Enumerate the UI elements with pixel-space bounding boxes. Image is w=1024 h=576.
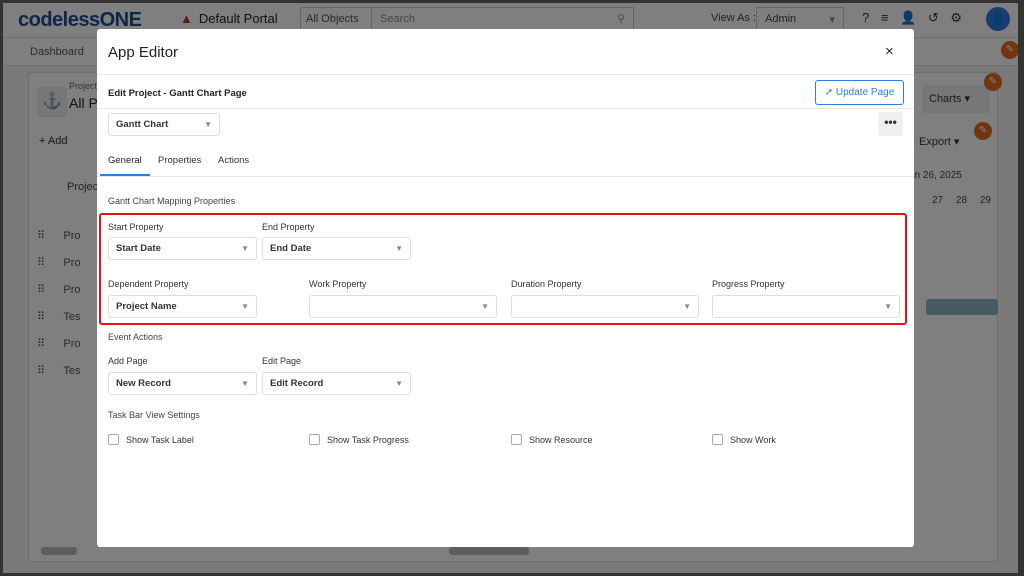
chevron-down-icon: ▼ — [241, 244, 249, 253]
checkbox[interactable] — [511, 434, 522, 445]
work-property-select[interactable]: ▼ — [309, 295, 497, 318]
dependent-property-label: Dependent Property — [108, 279, 189, 289]
checkbox[interactable] — [309, 434, 320, 445]
tab-actions[interactable]: Actions — [218, 155, 249, 166]
checkbox-label: Show Task Progress — [327, 435, 409, 445]
show-resource-checkbox[interactable]: Show Resource — [511, 434, 593, 445]
show-task-label-checkbox[interactable]: Show Task Label — [108, 434, 194, 445]
show-work-checkbox[interactable]: Show Work — [712, 434, 776, 445]
select-value: Start Date — [116, 243, 161, 254]
tab-properties[interactable]: Properties — [158, 155, 201, 166]
chevron-down-icon: ▼ — [395, 244, 403, 253]
end-property-select[interactable]: End Date ▼ — [262, 237, 411, 260]
select-value: End Date — [270, 243, 312, 254]
checkbox-label: Show Resource — [529, 435, 593, 445]
chevron-down-icon: ▼ — [395, 379, 403, 388]
rocket-icon: ➚ — [824, 87, 834, 98]
chevron-down-icon: ▼ — [204, 120, 212, 129]
checkbox[interactable] — [712, 434, 723, 445]
edit-page-select[interactable]: Edit Record ▼ — [262, 372, 411, 395]
tabs-divider — [97, 176, 914, 177]
task-bar-settings-title: Task Bar View Settings — [108, 410, 200, 420]
add-page-select[interactable]: New Record ▼ — [108, 372, 257, 395]
tab-general[interactable]: General — [108, 155, 142, 166]
chevron-down-icon: ▼ — [481, 302, 489, 311]
chevron-down-icon: ▼ — [241, 302, 249, 311]
dependent-property-select[interactable]: Project Name ▼ — [108, 295, 257, 318]
update-page-label: Update Page — [835, 87, 895, 98]
progress-property-select[interactable]: ▼ — [712, 295, 900, 318]
breadcrumb: Edit Project - Gantt Chart Page — [108, 88, 247, 99]
mapping-section-title: Gantt Chart Mapping Properties — [108, 196, 236, 206]
progress-property-label: Progress Property — [712, 279, 785, 289]
select-value: Project Name — [116, 301, 177, 312]
start-property-select[interactable]: Start Date ▼ — [108, 237, 257, 260]
select-value: New Record — [116, 378, 171, 389]
checkbox[interactable] — [108, 434, 119, 445]
select-value: Edit Record — [270, 378, 324, 389]
update-page-button[interactable]: ➚ Update Page — [815, 80, 904, 105]
checkbox-label: Show Work — [730, 435, 776, 445]
more-options-button[interactable]: ••• — [878, 112, 903, 136]
end-property-label: End Property — [262, 222, 315, 232]
chevron-down-icon: ▼ — [884, 302, 892, 311]
edit-page-label: Edit Page — [262, 356, 302, 366]
start-property-label: Start Property — [108, 222, 164, 232]
divider — [97, 108, 914, 109]
app-editor-modal: App Editor × Edit Project - Gantt Chart … — [97, 29, 914, 547]
chevron-down-icon: ▼ — [241, 379, 249, 388]
page-select[interactable]: Gantt Chart ▼ — [108, 113, 220, 136]
divider — [97, 74, 914, 75]
page-select-value: Gantt Chart — [116, 119, 169, 130]
event-actions-title: Event Actions — [108, 332, 163, 342]
close-icon[interactable]: × — [885, 43, 894, 60]
duration-property-select[interactable]: ▼ — [511, 295, 699, 318]
checkbox-label: Show Task Label — [126, 435, 194, 445]
add-page-label: Add Page — [108, 356, 148, 366]
chevron-down-icon: ▼ — [683, 302, 691, 311]
duration-property-label: Duration Property — [511, 279, 582, 289]
active-tab-indicator — [100, 174, 150, 176]
work-property-label: Work Property — [309, 279, 367, 289]
modal-title: App Editor — [108, 44, 179, 61]
show-task-progress-checkbox[interactable]: Show Task Progress — [309, 434, 409, 445]
